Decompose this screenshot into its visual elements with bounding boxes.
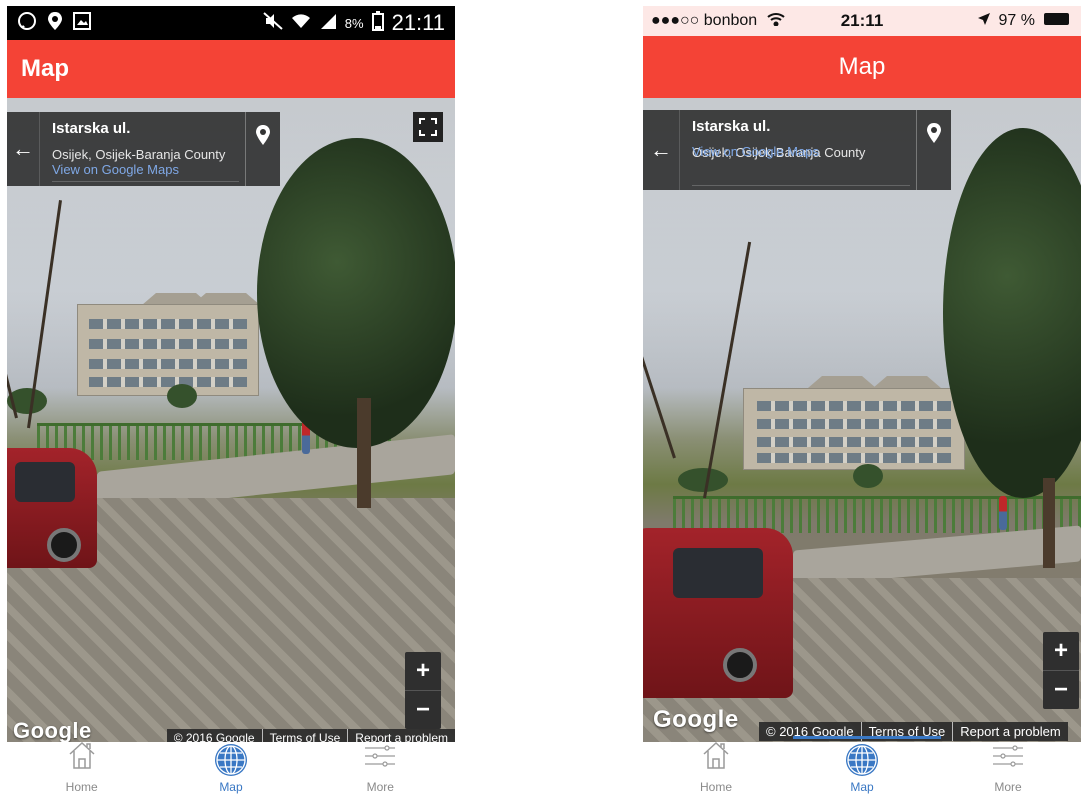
report-problem-link[interactable]: Report a problem xyxy=(952,722,1067,741)
tab-map[interactable]: Map xyxy=(156,742,305,798)
bush xyxy=(678,468,728,492)
view-on-google-maps-link[interactable]: View on Google Maps xyxy=(692,144,906,159)
tree-trunk xyxy=(1043,478,1055,568)
ios-screen: ●●●○○ bonbon 21:11 97 % Map ← Istarska u… xyxy=(643,6,1081,798)
tab-home[interactable]: Home xyxy=(643,739,789,798)
map-pin-icon[interactable] xyxy=(916,110,951,190)
battery-icon xyxy=(1043,12,1073,31)
building xyxy=(743,388,965,470)
location-arrow-icon xyxy=(977,12,991,31)
battery-percent: 97 % xyxy=(998,12,1035,29)
zoom-control: + − xyxy=(1043,632,1079,709)
tab-home-label: Home xyxy=(699,780,732,794)
tab-more-label: More xyxy=(994,780,1022,794)
carrier-name: ●●●○○ bonbon xyxy=(651,12,758,29)
battery-icon xyxy=(371,10,384,36)
red-car xyxy=(643,528,793,698)
street-view[interactable]: ← Istarska ul. Osijek, Osijek-Baranja Co… xyxy=(7,98,455,742)
pedestrian xyxy=(999,496,1007,530)
tab-home[interactable]: Home xyxy=(7,739,156,798)
tree-trunk xyxy=(357,398,371,508)
street-name: Istarska ul. xyxy=(692,118,771,135)
building xyxy=(77,304,259,396)
active-tab-indicator xyxy=(793,736,941,739)
gallery-icon xyxy=(73,11,91,35)
google-logo: Google xyxy=(653,706,739,733)
zoom-control: + − xyxy=(405,652,441,729)
status-time: 21:11 xyxy=(391,10,445,35)
bush xyxy=(167,384,197,408)
page-title: Map xyxy=(21,55,69,82)
tab-home-label: Home xyxy=(65,780,98,794)
evergreen-tree xyxy=(257,138,455,448)
building-roof xyxy=(873,376,941,388)
tab-more-label: More xyxy=(366,780,394,794)
terms-of-use-link[interactable]: Terms of Use xyxy=(261,729,348,742)
zoom-out-button[interactable]: − xyxy=(405,690,441,729)
page-title: Map xyxy=(838,53,886,80)
status-time: 21:11 xyxy=(840,11,884,30)
zoom-in-button[interactable]: + xyxy=(1043,632,1079,670)
bush xyxy=(853,464,883,488)
whatsapp-icon xyxy=(17,11,37,36)
map-pin-icon[interactable] xyxy=(245,112,280,186)
wifi-icon xyxy=(291,12,311,35)
mute-icon xyxy=(263,11,283,35)
zoom-out-button[interactable]: − xyxy=(1043,670,1079,709)
android-screen: 8% 21:11 Map ← Istarska ul. Osijek, Osij… xyxy=(7,6,455,798)
location-icon xyxy=(47,11,63,36)
ios-status-bar: ●●●○○ bonbon 21:11 97 % xyxy=(643,6,1081,36)
tab-bar: Home Map More xyxy=(7,739,455,798)
view-on-google-maps-link[interactable]: View on Google Maps xyxy=(52,162,235,177)
street-name: Istarska ul. xyxy=(52,120,131,137)
tab-map[interactable]: Map xyxy=(789,742,935,798)
zoom-in-button[interactable]: + xyxy=(405,652,441,690)
back-arrow-icon[interactable]: ← xyxy=(643,110,680,190)
app-bar: Map xyxy=(643,36,1081,98)
tab-more[interactable]: More xyxy=(935,742,1081,798)
fullscreen-icon[interactable] xyxy=(413,112,443,142)
street-view[interactable]: ← Istarska ul. Osijek, Osijek-Baranja Co… xyxy=(643,98,1081,742)
copyright-text: © 2016 Google xyxy=(173,731,255,742)
wifi-icon xyxy=(767,12,785,31)
location-card: ← Istarska ul. Osijek, Osijek-Baranja Co… xyxy=(643,110,951,190)
home-icon xyxy=(700,739,732,776)
android-status-bar: 8% 21:11 xyxy=(7,6,455,40)
globe-icon xyxy=(846,744,878,776)
back-arrow-icon[interactable]: ← xyxy=(7,112,40,186)
signal-icon xyxy=(319,12,337,35)
sliders-icon xyxy=(991,741,1025,776)
red-car xyxy=(7,448,97,568)
region-name: Osijek, Osijek-Baranja County xyxy=(52,147,226,162)
battery-percent: 8% xyxy=(344,15,364,31)
tab-more[interactable]: More xyxy=(306,742,455,798)
location-card: ← Istarska ul. Osijek, Osijek-Baranja Co… xyxy=(7,112,280,186)
tab-map-label: Map xyxy=(219,780,243,794)
tab-bar: Home Map More xyxy=(643,739,1081,798)
home-icon xyxy=(66,739,98,776)
globe-icon xyxy=(214,744,247,776)
map-attribution: © 2016 Google Terms of Use Report a prob… xyxy=(166,729,455,742)
building-roof xyxy=(808,376,876,388)
tab-map-label: Map xyxy=(850,780,874,794)
sliders-icon xyxy=(363,741,397,776)
app-bar: Map xyxy=(7,40,455,98)
